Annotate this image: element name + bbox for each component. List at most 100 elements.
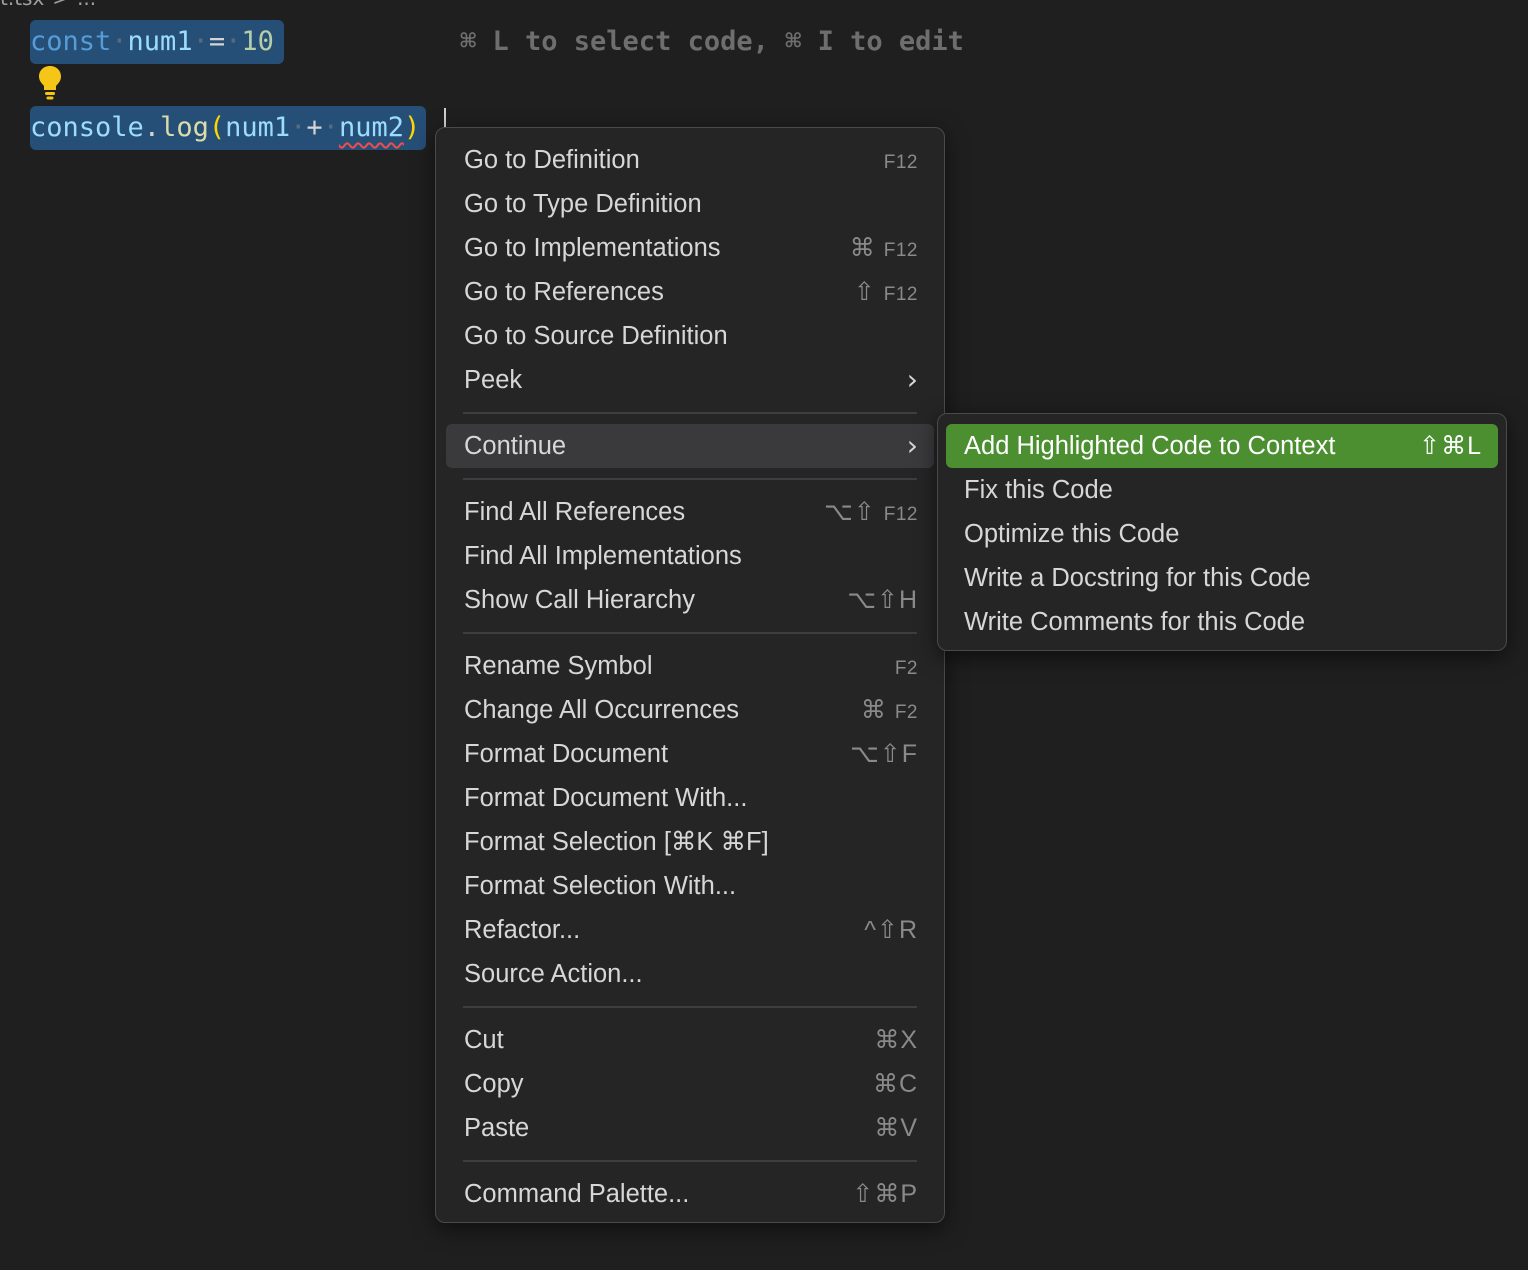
identifier-num2-error[interactable]: num2 [339,112,404,143]
shortcut-key: F2 [894,702,918,723]
menu-item-find-all-references[interactable]: Find All References ⌥⇧ F12 [446,490,934,534]
shortcut-key: ⇧⌘P [852,1180,918,1208]
menu-item-change-all-occurrences[interactable]: Change All Occurrences ⌘ F2 [446,688,934,732]
keyboard-shortcut: F12 [884,138,918,185]
menu-item-label: Add Highlighted Code to Context [964,432,1336,460]
breadcrumb-separator: > [52,0,69,10]
menu-item-source-action[interactable]: Source Action... [446,952,934,996]
menu-item-go-to-type-definition[interactable]: Go to Type Definition [446,182,934,226]
menu-item-command-palette[interactable]: Command Palette... ⇧⌘P [446,1172,934,1216]
menu-item-go-to-definition[interactable]: Go to Definition F12 [446,138,934,182]
menu-item-label: Write a Docstring for this Code [964,564,1311,592]
menu-item-format-document-with[interactable]: Format Document With... [446,776,934,820]
menu-divider [463,478,917,480]
breadcrumb[interactable]: t.tsx >... [0,0,96,10]
menu-item-label: Source Action... [464,960,643,988]
modifier-keys: ⌘ [860,696,887,724]
menu-item-format-selection-with[interactable]: Format Selection With... [446,864,934,908]
selection-highlight: const·num1·=·10 [30,20,284,64]
code-line-1[interactable]: const·num1·=·10 [30,20,284,64]
menu-divider [463,1006,917,1008]
menu-item-cut[interactable]: Cut ⌘X [446,1018,934,1062]
menu-item-write-comments-for-this-code[interactable]: Write Comments for this Code [946,600,1498,644]
menu-item-label: Find All Implementations [464,542,742,570]
menu-item-label: Copy [464,1070,524,1098]
identifier-num1: num1 [127,26,193,57]
menu-item-label: Go to References [464,278,664,306]
menu-item-rename-symbol[interactable]: Rename Symbol F2 [446,644,934,688]
menu-item-label: Rename Symbol [464,652,653,680]
menu-item-label: Cut [464,1026,504,1054]
menu-item-label: Refactor... [464,916,581,944]
menu-item-go-to-source-definition[interactable]: Go to Source Definition [446,314,934,358]
menu-item-label: Go to Source Definition [464,322,728,350]
menu-item-add-highlighted-code-to-context[interactable]: Add Highlighted Code to Context ⇧⌘L [946,424,1498,468]
menu-item-format-selection-k-f[interactable]: Format Selection [⌘K ⌘F] [446,820,934,864]
keyboard-shortcut: ⌥⇧ F12 [824,490,918,537]
chevron-right-icon: › [906,363,918,396]
keyboard-shortcut: ⇧⌘L [1419,424,1482,468]
keyboard-shortcut: ⌘V [874,1106,918,1150]
keyboard-shortcut: ⌘C [873,1062,918,1106]
menu-item-go-to-references[interactable]: Go to References ⇧ F12 [446,270,934,314]
menu-item-label: Find All References [464,498,686,526]
shortcut-key: F12 [883,284,918,305]
menu-item-fix-this-code[interactable]: Fix this Code [946,468,1498,512]
shortcut-key: F12 [883,152,918,173]
menu-item-refactor[interactable]: Refactor... ^⇧R [446,908,934,952]
keyboard-shortcut: ⇧ F12 [854,270,918,317]
breadcrumb-file[interactable]: t.tsx [0,0,44,10]
whitespace-dot: · [225,26,242,57]
menu-item-label: Format Selection With... [464,872,737,900]
menu-item-label: Optimize this Code [964,520,1180,548]
menu-item-label: Peek [464,366,523,394]
menu-item-find-all-implementations[interactable]: Find All Implementations [446,534,934,578]
shortcut-key: ^⇧R [864,916,918,944]
whitespace-dot: · [192,26,209,57]
shortcut-key: ⌘V [874,1114,918,1142]
menu-item-label: Format Document With... [464,784,748,812]
paren-close: ) [403,112,421,143]
paren-open: ( [208,112,226,143]
menu-item-label: Fix this Code [964,476,1113,504]
shortcut-key: ⌘C [872,1070,918,1098]
keyboard-shortcut: ⌘ F12 [850,226,918,273]
shortcut-key: ⇧⌘L [1419,432,1482,460]
menu-item-show-call-hierarchy[interactable]: Show Call Hierarchy ⌥⇧H [446,578,934,622]
keyboard-shortcut: ⇧⌘P [852,1172,918,1216]
shortcut-key: F12 [883,240,918,261]
menu-item-format-document[interactable]: Format Document ⌥⇧F [446,732,934,776]
keyword-const: const [30,26,112,57]
menu-item-write-a-docstring-for-this-code[interactable]: Write a Docstring for this Code [946,556,1498,600]
lightbulb-icon[interactable] [36,64,64,100]
identifier-num1: num1 [225,112,291,143]
code-line-3[interactable]: console.log(num1·+·num2) [30,106,427,150]
menu-item-optimize-this-code[interactable]: Optimize this Code [946,512,1498,556]
dot-accessor: . [143,112,161,143]
menu-item-peek[interactable]: Peek › [446,358,934,402]
modifier-keys: ⇧ [853,278,876,306]
whitespace-dot: · [322,112,339,143]
shortcut-key: F12 [883,504,918,525]
menu-item-label: Format Document [464,740,669,768]
menu-item-label: Show Call Hierarchy [464,586,695,614]
breadcrumb-more[interactable]: ... [77,0,96,10]
shortcut-key: ⌘X [874,1026,918,1054]
menu-item-copy[interactable]: Copy ⌘C [446,1062,934,1106]
menu-item-label: Change All Occurrences [464,696,739,724]
menu-item-continue[interactable]: Continue › [446,424,934,468]
selection-highlight: console.log(num1·+·num2) [30,106,427,150]
keyboard-shortcut: ⌥⇧F [850,732,918,776]
operator-assign: = [208,26,226,57]
menu-item-label: Format Selection [⌘K ⌘F] [464,828,769,856]
menu-divider [463,632,917,634]
menu-item-label: Continue [464,432,567,460]
menu-item-paste[interactable]: Paste ⌘V [446,1106,934,1150]
keyboard-shortcut: ^⇧R [864,908,918,952]
function-log: log [160,112,209,143]
shortcut-key: ⌥⇧H [847,586,918,614]
menu-item-go-to-implementations[interactable]: Go to Implementations ⌘ F12 [446,226,934,270]
whitespace-dot: · [290,112,307,143]
keyboard-shortcut: ⌘ F2 [861,688,918,735]
shortcut-key: ⌥⇧F [849,740,918,768]
